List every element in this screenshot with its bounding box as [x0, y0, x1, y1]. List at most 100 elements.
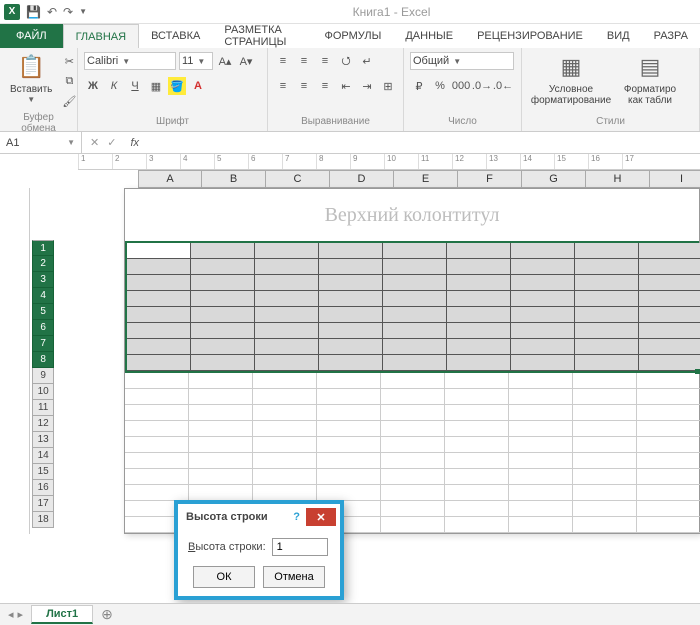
cell[interactable]: [445, 421, 509, 437]
cell[interactable]: [573, 437, 637, 453]
cell[interactable]: [317, 389, 381, 405]
cell[interactable]: [383, 323, 447, 339]
cell[interactable]: [445, 469, 509, 485]
tab-home[interactable]: ГЛАВНАЯ: [63, 24, 139, 48]
cell[interactable]: [445, 501, 509, 517]
cell[interactable]: [509, 421, 573, 437]
cell[interactable]: [317, 373, 381, 389]
decrease-indent-button[interactable]: ⇤: [337, 77, 355, 95]
tab-data[interactable]: ДАННЫЕ: [393, 24, 465, 48]
cell[interactable]: [447, 339, 511, 355]
cell[interactable]: [255, 275, 319, 291]
cell[interactable]: [255, 355, 319, 371]
cell[interactable]: [255, 291, 319, 307]
cell[interactable]: [125, 485, 189, 501]
sheet-nav-first-icon[interactable]: ◂: [8, 608, 14, 621]
cell[interactable]: [573, 373, 637, 389]
cell[interactable]: [317, 485, 381, 501]
cell[interactable]: [383, 291, 447, 307]
borders-button[interactable]: ▦: [147, 77, 165, 95]
cell[interactable]: [509, 437, 573, 453]
cell[interactable]: [381, 517, 445, 533]
font-size-select[interactable]: 11▼: [179, 52, 213, 70]
number-format-select[interactable]: Общий▼: [410, 52, 514, 70]
cell[interactable]: [575, 307, 639, 323]
column-header[interactable]: E: [394, 170, 458, 188]
cell[interactable]: [253, 437, 317, 453]
cell[interactable]: [191, 323, 255, 339]
cell[interactable]: [255, 323, 319, 339]
cell[interactable]: [509, 373, 573, 389]
orientation-button[interactable]: ⭯: [337, 52, 355, 70]
cell[interactable]: [509, 453, 573, 469]
cell[interactable]: [445, 453, 509, 469]
cell[interactable]: [639, 307, 700, 323]
paste-button[interactable]: 📋 Вставить ▼: [6, 52, 56, 106]
italic-button[interactable]: К: [105, 77, 123, 95]
cell[interactable]: [191, 355, 255, 371]
cell[interactable]: [127, 355, 191, 371]
row-header[interactable]: 17: [32, 496, 53, 512]
cell[interactable]: [255, 307, 319, 323]
row-header[interactable]: 12: [32, 416, 53, 432]
cell[interactable]: [573, 485, 637, 501]
cell[interactable]: [253, 485, 317, 501]
row-header[interactable]: 16: [32, 480, 53, 496]
cell[interactable]: [637, 517, 700, 533]
cell[interactable]: [381, 405, 445, 421]
cell[interactable]: [253, 389, 317, 405]
underline-button[interactable]: Ч: [126, 77, 144, 95]
cell[interactable]: [319, 355, 383, 371]
cell[interactable]: [191, 243, 255, 259]
cancel-button[interactable]: Отмена: [263, 566, 325, 588]
ok-button[interactable]: ОК: [193, 566, 255, 588]
cell[interactable]: [509, 389, 573, 405]
cell[interactable]: [445, 389, 509, 405]
font-name-select[interactable]: Calibri▼: [84, 52, 176, 70]
cell[interactable]: [383, 307, 447, 323]
cell[interactable]: [511, 323, 575, 339]
column-header[interactable]: I: [650, 170, 700, 188]
row-header[interactable]: 3: [32, 272, 53, 288]
cell[interactable]: [255, 243, 319, 259]
help-icon[interactable]: ?: [293, 511, 300, 523]
cell[interactable]: [575, 259, 639, 275]
cell[interactable]: [639, 355, 700, 371]
redo-icon[interactable]: ↷: [63, 5, 73, 19]
cell[interactable]: [189, 405, 253, 421]
cell[interactable]: [575, 275, 639, 291]
row-header[interactable]: 8: [32, 352, 53, 368]
cell[interactable]: [383, 355, 447, 371]
cell[interactable]: [511, 307, 575, 323]
cell[interactable]: [125, 405, 189, 421]
cell[interactable]: [573, 501, 637, 517]
cell[interactable]: [575, 243, 639, 259]
cell[interactable]: [189, 373, 253, 389]
page-header-area[interactable]: Верхний колонтитул: [125, 189, 699, 241]
cell[interactable]: [639, 243, 700, 259]
save-icon[interactable]: 💾: [26, 5, 41, 19]
add-sheet-button[interactable]: ⊕: [101, 606, 113, 623]
row-header[interactable]: 6: [32, 320, 53, 336]
conditional-formatting-button[interactable]: ▦ Условное форматирование: [528, 52, 614, 108]
cell[interactable]: [637, 485, 700, 501]
cell[interactable]: [125, 389, 189, 405]
row-height-input[interactable]: [272, 538, 328, 556]
cell[interactable]: [189, 421, 253, 437]
cell[interactable]: [127, 339, 191, 355]
cell[interactable]: [445, 373, 509, 389]
sheet-nav-last-icon[interactable]: ▸: [18, 608, 24, 621]
cell[interactable]: [319, 275, 383, 291]
tab-formulas[interactable]: ФОРМУЛЫ: [312, 24, 393, 48]
cell[interactable]: [381, 389, 445, 405]
cell[interactable]: [573, 405, 637, 421]
tab-developer[interactable]: РАЗРА: [642, 24, 700, 48]
cell[interactable]: [383, 243, 447, 259]
decrease-decimal-button[interactable]: .0←: [494, 77, 512, 95]
row-header[interactable]: 4: [32, 288, 53, 304]
cell[interactable]: [639, 259, 700, 275]
cell[interactable]: [637, 437, 700, 453]
cell[interactable]: [253, 469, 317, 485]
cell[interactable]: [511, 291, 575, 307]
align-center-button[interactable]: ≡: [295, 77, 313, 95]
